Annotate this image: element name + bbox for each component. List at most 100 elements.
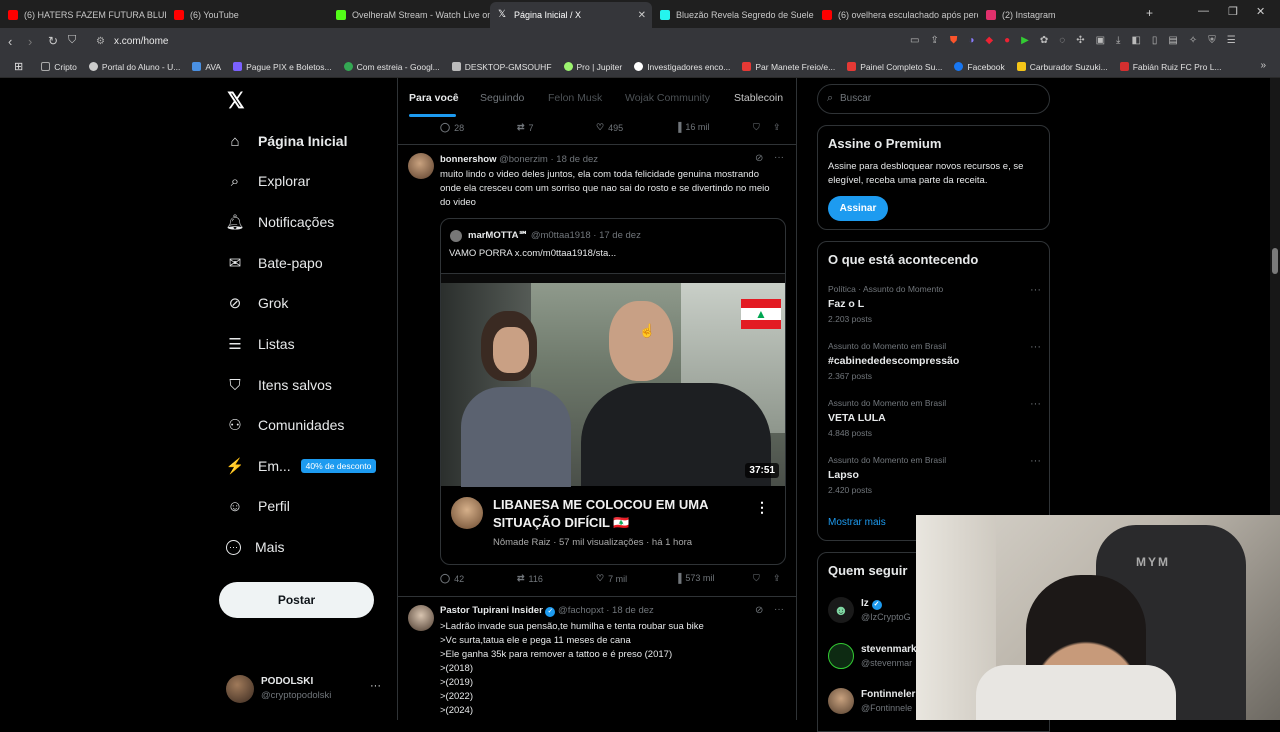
nav-communities[interactable]: ⚇ Comunidades <box>226 413 344 437</box>
share-icon[interactable]: ⇪ <box>773 573 781 584</box>
bookmark-item[interactable]: Carburador Suzuki... <box>1011 62 1114 72</box>
extension-icon[interactable]: ◧ <box>1131 35 1140 46</box>
tab-following[interactable]: Seguindo <box>480 92 524 104</box>
bookmark-item[interactable]: Portal do Aluno - U... <box>83 62 186 72</box>
site-info-icon[interactable]: ⚙ <box>96 32 105 52</box>
share-icon[interactable]: ⇪ <box>930 35 938 46</box>
more-icon[interactable]: ··· <box>1030 284 1041 296</box>
browser-tab[interactable]: OvelheraM Stream - Watch Live on K <box>328 4 490 26</box>
extension-icon[interactable]: ◌ <box>1059 35 1065 46</box>
nav-messages[interactable]: ✉ Bate-papo <box>226 251 323 275</box>
bookmark-item[interactable]: Facebook <box>948 62 1010 72</box>
quote-tweet[interactable]: marMOTTA℠ @m0ttaa1918 · 17 de dez VAMO P… <box>440 218 786 565</box>
extension-icon[interactable]: ✿ <box>1040 35 1048 46</box>
more-icon[interactable]: ··· <box>774 152 784 163</box>
more-icon[interactable]: ··· <box>370 680 381 692</box>
nav-explore[interactable]: ⌕ Explorar <box>226 169 310 193</box>
bookmark-item[interactable]: Investigadores enco... <box>628 62 736 72</box>
menu-icon[interactable]: ☰ <box>1227 35 1236 46</box>
account-switcher[interactable]: PODOLSKI @cryptopodolski ··· <box>220 672 385 706</box>
post-date[interactable]: · 18 de dez <box>550 154 598 165</box>
grok-icon[interactable]: ⊘ <box>755 605 763 616</box>
browser-tab[interactable]: (2) Instagram <box>978 4 1140 26</box>
nav-premium[interactable]: ⚡ Em... 40% de desconto <box>226 454 377 478</box>
close-icon[interactable]: ✕ <box>638 10 646 21</box>
author-name[interactable]: bonnershow <box>440 154 496 165</box>
bookmark-button[interactable]: ⛉ <box>753 573 760 584</box>
post-button[interactable]: Postar <box>219 582 374 618</box>
channel-avatar[interactable] <box>451 497 483 529</box>
nav-more[interactable]: ⋯ Mais <box>226 535 285 559</box>
subscribe-button[interactable]: Assinar <box>828 196 888 221</box>
download-icon[interactable]: ⤓ <box>1116 35 1120 46</box>
back-icon[interactable]: ‹ <box>8 34 12 49</box>
tab-for-you[interactable]: Para você <box>409 92 459 104</box>
nav-home[interactable]: ⌂ Página Inicial <box>226 129 347 153</box>
sidebar-icon[interactable]: ▯ <box>1152 35 1158 46</box>
new-tab-icon[interactable]: + <box>1146 6 1153 20</box>
more-icon[interactable]: ··· <box>1030 455 1041 467</box>
search-input[interactable]: ⌕ Buscar <box>817 84 1050 114</box>
more-icon[interactable]: ··· <box>774 604 784 615</box>
minimize-icon[interactable]: — <box>1198 5 1209 17</box>
like-button[interactable]: ♡ 495 <box>596 122 623 133</box>
puzzle-icon[interactable]: ✣ <box>1076 35 1084 46</box>
cast-icon[interactable]: ▭ <box>910 35 919 46</box>
trend-item[interactable]: Assunto do Momento em Brasil VETA LULA 4… <box>828 398 1043 438</box>
apps-icon[interactable]: ⊞ <box>8 60 35 73</box>
post-date[interactable]: · 18 de dez <box>606 605 654 616</box>
vpn-icon[interactable]: ⛨ <box>1208 35 1216 46</box>
bookmark-item[interactable]: Pro | Jupiter <box>558 62 629 72</box>
channel-name[interactable]: Nômade Raiz <box>493 537 551 548</box>
extension-icon[interactable]: ◆ <box>985 35 993 46</box>
nav-lists[interactable]: ☰ Listas <box>226 332 294 356</box>
bookmark-item[interactable]: Par Manete Freio/e... <box>736 62 841 72</box>
browser-tab[interactable]: (6) HATERS FAZEM FUTURA BLUEZE <box>0 4 166 26</box>
browser-tab[interactable]: Bluezão Revela Segredo de Suelen s <box>652 4 814 26</box>
x-logo[interactable]: 𝕏 <box>227 88 245 114</box>
tweet[interactable]: bonnershow @bonerzim · 18 de dez ⊘ ··· m… <box>398 145 796 597</box>
bookmark-item[interactable]: Fabián Ruiz FC Pro L... <box>1114 62 1228 72</box>
bookmark-item[interactable]: DESKTOP-GMSOUHF <box>446 62 558 72</box>
extension-icon[interactable]: ● <box>1004 35 1010 46</box>
reload-icon[interactable]: ↻ <box>48 34 58 48</box>
reply-button[interactable]: ◯ 42 <box>440 573 464 584</box>
share-icon[interactable]: ⇪ <box>773 122 781 133</box>
video-thumbnail[interactable]: ▲ ☝ 37:51 <box>441 283 785 487</box>
tab-felon-musk[interactable]: Felon Musk <box>548 92 602 104</box>
browser-tab[interactable]: (6) YouTube <box>166 4 328 26</box>
nav-grok[interactable]: ⊘ Grok <box>226 291 289 315</box>
bookmark-item[interactable]: Cripto <box>35 62 83 72</box>
trend-item[interactable]: Política · Assunto do Momento Faz o L 2.… <box>828 284 1043 324</box>
browser-tab-active[interactable]: 𝕏 Página Inicial / X ✕ <box>490 2 652 28</box>
shield-icon[interactable]: ⛊ <box>950 35 958 46</box>
like-button[interactable]: ♡ 7 mil <box>596 573 627 584</box>
bookmark-item[interactable]: AVA <box>186 62 227 72</box>
more-icon[interactable]: ··· <box>1030 398 1041 410</box>
tab-stablecoin[interactable]: Stablecoin <box>734 92 783 104</box>
nav-profile[interactable]: ☺ Perfil <box>226 494 290 518</box>
tab-wojak-community[interactable]: Wojak Community <box>625 92 710 104</box>
more-icon[interactable]: ··· <box>1030 341 1041 353</box>
scrollbar-thumb[interactable] <box>1272 248 1278 274</box>
nav-bookmarks[interactable]: ⛉ Itens salvos <box>226 373 332 397</box>
window-close-icon[interactable]: ✕ <box>1256 5 1265 18</box>
bookmark-item[interactable]: Pague PIX e Boletos... <box>227 62 338 72</box>
reply-button[interactable]: ◯ 28 <box>440 122 464 133</box>
trend-item[interactable]: Assunto do Momento em Brasil #cabinedede… <box>828 341 1043 381</box>
maximize-icon[interactable]: ❐ <box>1228 5 1238 18</box>
views-button[interactable]: ▐ 573 mil <box>675 573 714 583</box>
bookmark-button[interactable]: ⛉ <box>753 122 760 133</box>
address-input[interactable]: ⚙ x.com/home <box>94 32 894 52</box>
bookmark-item[interactable]: Painel Completo Su... <box>841 62 948 72</box>
bookmark-page-icon[interactable]: ⛉ <box>68 34 76 47</box>
views-button[interactable]: ▐ 16 mil <box>675 122 709 132</box>
bookmark-item[interactable]: Com estreia - Googl... <box>338 62 446 72</box>
extension-icon[interactable]: ▶ <box>1021 35 1029 46</box>
repost-button[interactable]: ⇄ 116 <box>517 573 543 584</box>
wallet-icon[interactable]: ▤ <box>1168 35 1177 46</box>
author-handle[interactable]: @bonerzim <box>499 154 548 165</box>
extension-icon[interactable]: ▣ <box>1096 35 1105 46</box>
author-handle[interactable]: @fachopxt <box>558 605 604 616</box>
tweet[interactable]: Pastor Tupirani Insider ✓ @fachopxt · 18… <box>398 597 796 720</box>
